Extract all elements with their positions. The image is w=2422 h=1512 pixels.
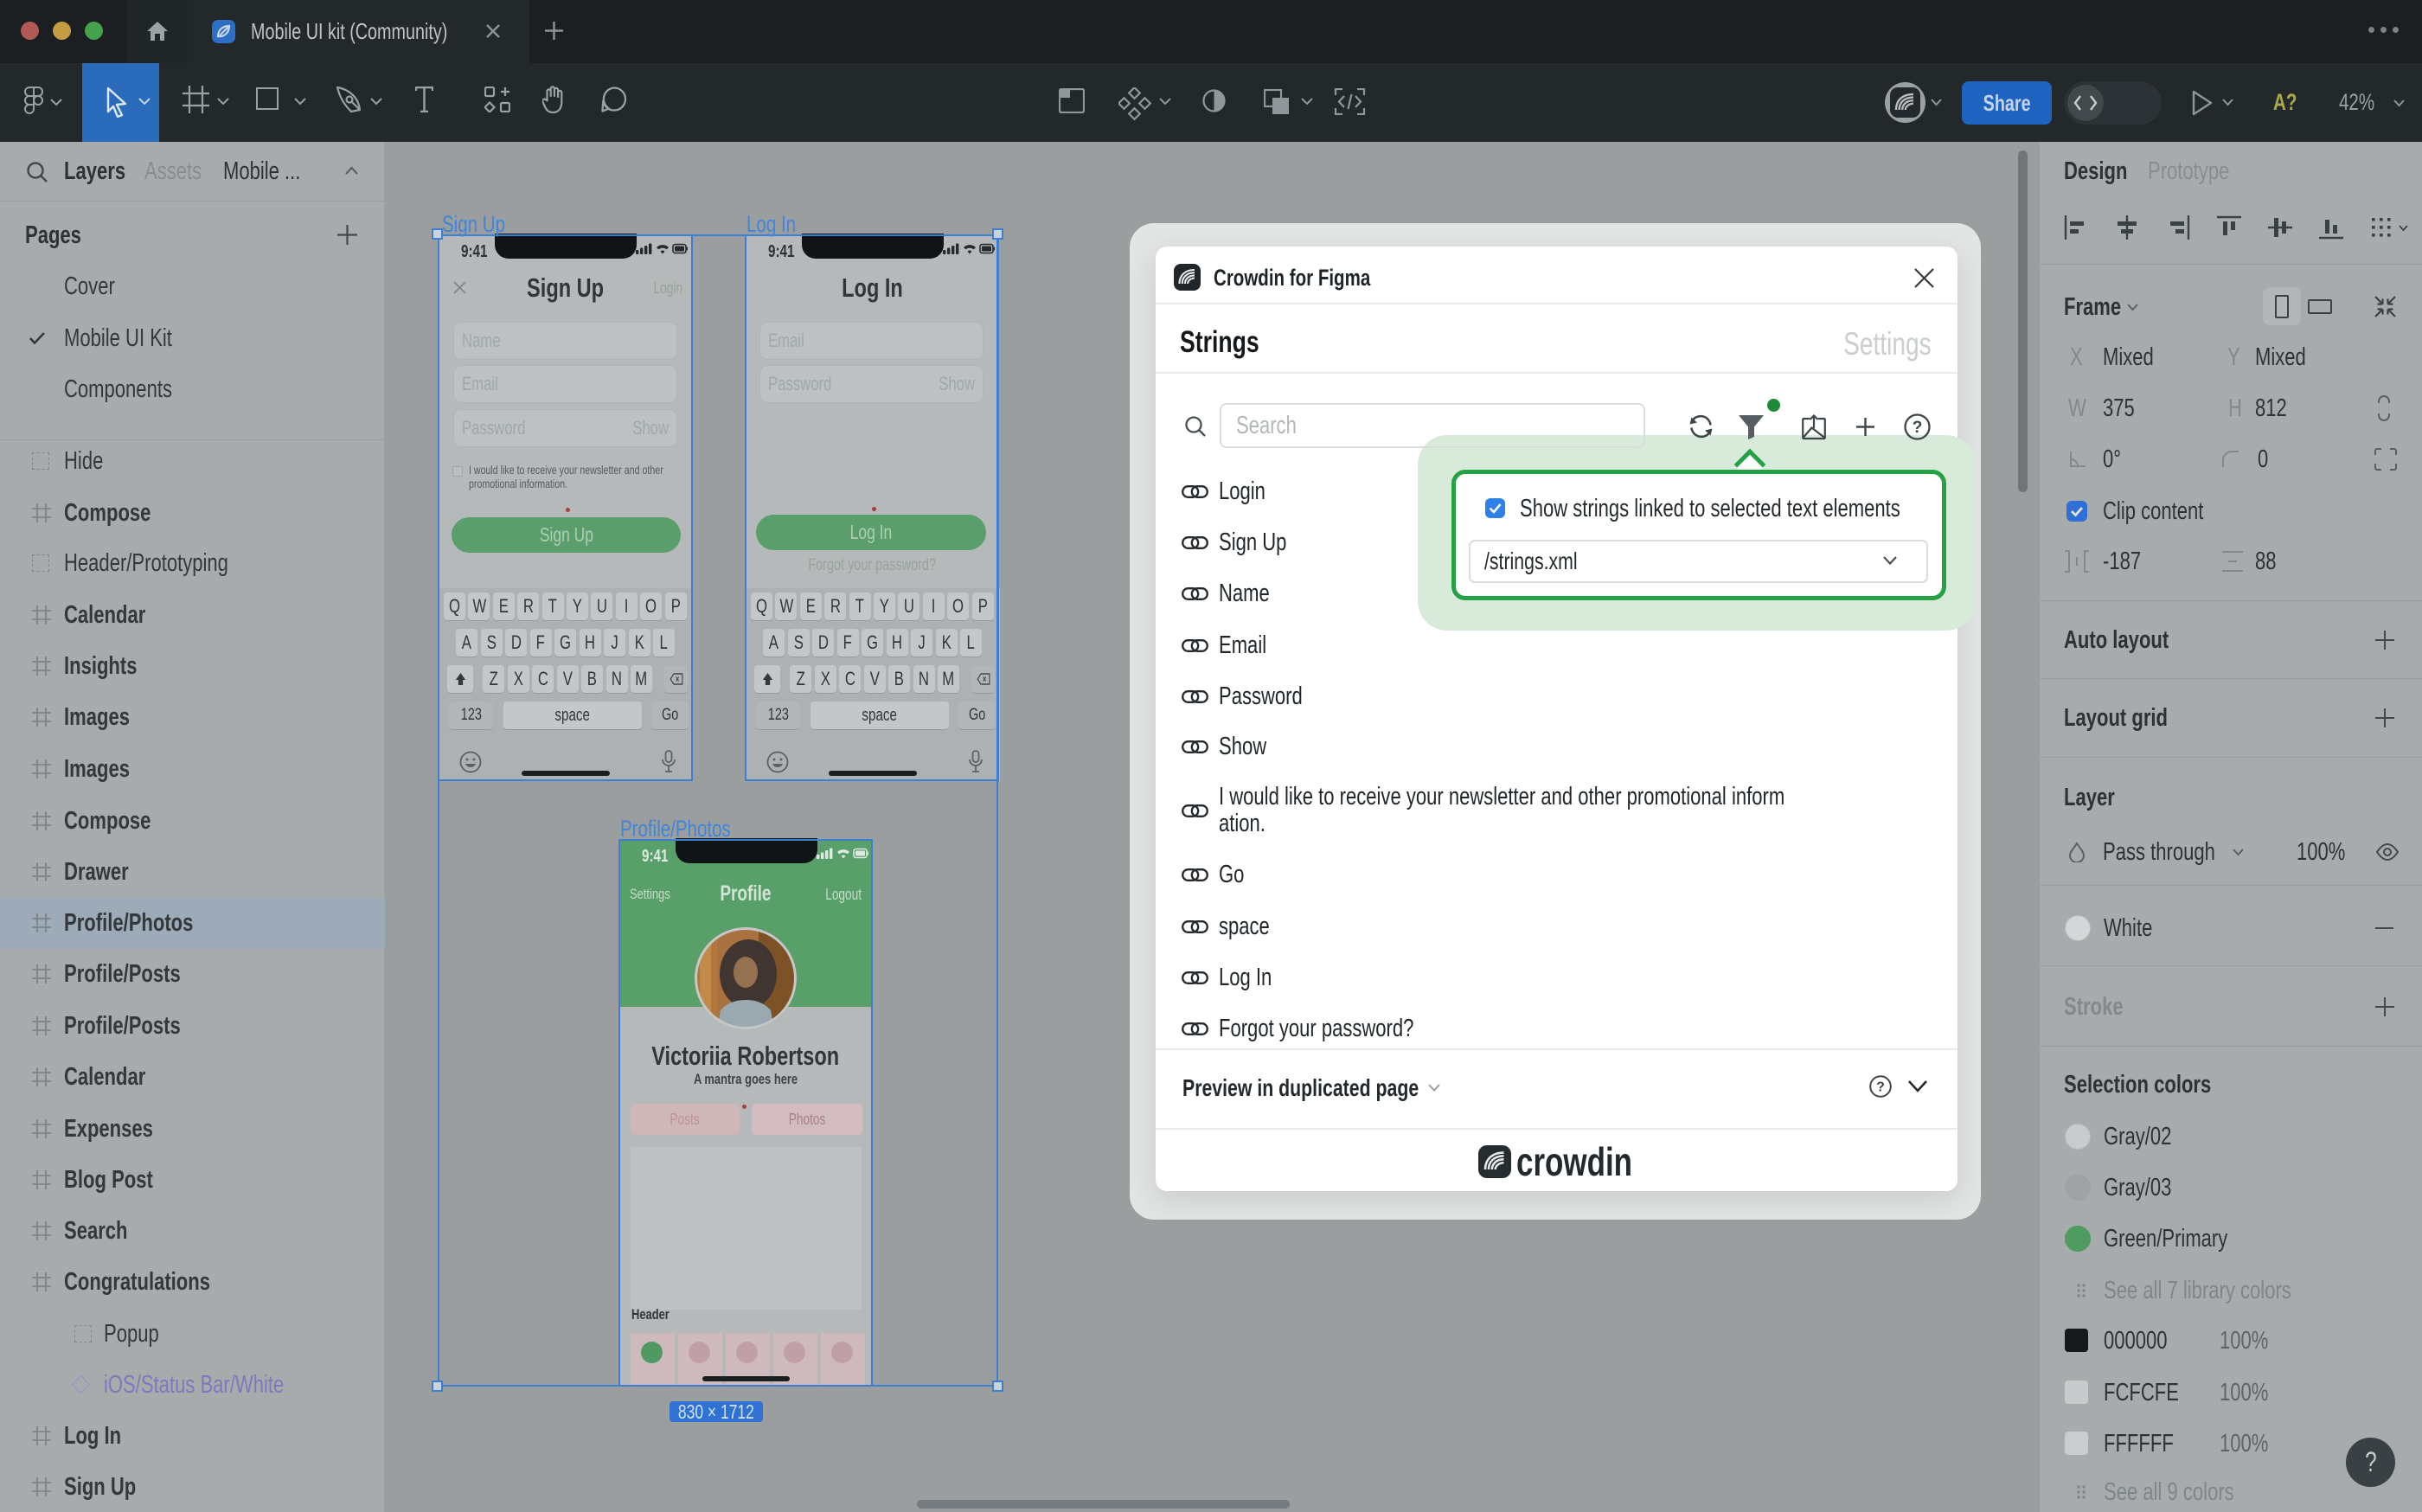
svg-text:?: ? (1913, 419, 1923, 437)
svg-text:?: ? (1876, 1080, 1885, 1095)
